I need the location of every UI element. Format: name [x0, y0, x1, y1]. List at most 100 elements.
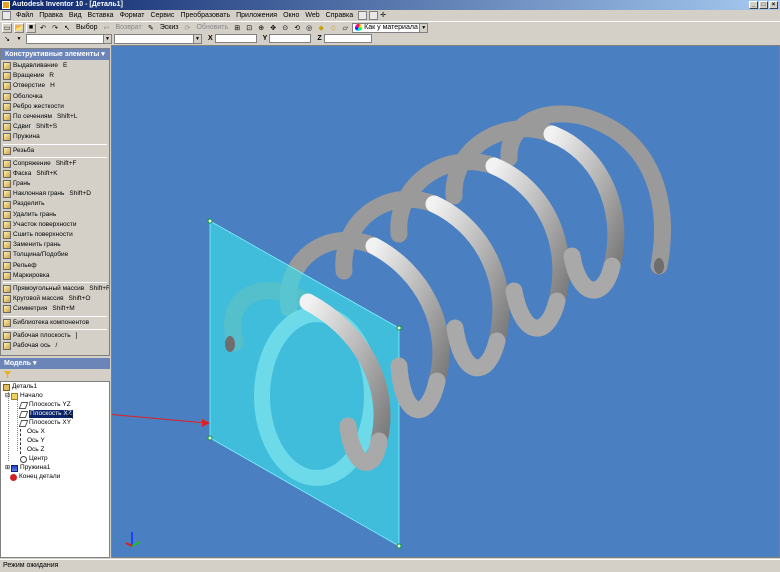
feature-coil[interactable]: Пружина	[1, 132, 109, 142]
z-coordinate-input[interactable]	[323, 34, 372, 43]
return-icon[interactable]: ↩	[102, 23, 112, 33]
menu-window[interactable]: Окно	[280, 10, 302, 21]
feature-stitch-surface[interactable]: Сшить поверхности	[1, 230, 109, 240]
zoom-window-icon[interactable]: ⊡	[244, 23, 254, 33]
model-panel-title[interactable]: Модель ▾	[0, 358, 110, 369]
new-file-icon[interactable]: ▭	[2, 22, 12, 33]
plane-grip-2[interactable]	[396, 325, 402, 331]
circular-pattern-icon	[3, 295, 11, 304]
update-button[interactable]: Обновить	[194, 24, 230, 31]
feature-split[interactable]: Разделить	[1, 199, 109, 209]
feature-emboss[interactable]: Рельеф	[1, 261, 109, 271]
help-icon[interactable]	[358, 11, 368, 20]
graphics-viewport[interactable]	[111, 45, 780, 558]
expand-plus-icon[interactable]: ⊞	[5, 464, 10, 472]
menu-tools[interactable]: Сервис	[147, 10, 177, 21]
filter-icon[interactable]	[4, 371, 11, 378]
menu-convert[interactable]: Преобразовать	[177, 10, 233, 21]
feature-shell[interactable]: Оболочка	[1, 92, 109, 102]
feature-decal[interactable]: Маркировка	[1, 271, 109, 281]
thread-icon	[3, 146, 11, 155]
open-file-icon[interactable]: 📂	[14, 22, 24, 33]
feature-boundary-patch[interactable]: Участок поверхности	[1, 220, 109, 230]
tree-node-end-of-part[interactable]: Конец детали	[10, 473, 60, 481]
feature-rectangular-pattern[interactable]: Прямоугольный массив Shift+R	[1, 284, 109, 294]
lookup-icon[interactable]	[369, 11, 379, 20]
plane-grip-4[interactable]	[207, 435, 213, 441]
shaded-display-icon[interactable]: ◆	[316, 23, 326, 33]
feature-thread[interactable]: Резьба	[1, 146, 109, 156]
redo-icon[interactable]: ↷	[50, 23, 60, 33]
feature-work-axis[interactable]: Рабочая ось /	[1, 341, 109, 351]
expand-minus-icon[interactable]: ⊟	[5, 392, 10, 400]
sketch-icon[interactable]: ✎	[146, 23, 156, 33]
feature-component-library[interactable]: Библиотека компонентов	[1, 318, 109, 328]
select-arrow-icon[interactable]: ↖	[62, 23, 72, 33]
tree-node-plane-yz[interactable]: Плоскость YZ	[18, 401, 71, 409]
menu-help[interactable]: Справка	[323, 10, 356, 21]
feature-hole[interactable]: Отверстие H	[1, 81, 109, 91]
update-icon[interactable]: ⟳	[182, 23, 192, 33]
menu-edit[interactable]: Правка	[36, 10, 66, 21]
look-at-icon[interactable]: ◎	[304, 23, 314, 33]
menu-file[interactable]: Файл	[13, 10, 36, 21]
return-button[interactable]: Возврат	[114, 24, 144, 31]
menu-view[interactable]: Вид	[66, 10, 85, 21]
feature-circular-pattern[interactable]: Круговой массив Shift+O	[1, 294, 109, 304]
tree-node-plane-xy[interactable]: Плоскость XY	[18, 419, 71, 427]
tree-node-coil[interactable]: ⊞ Пружина1	[5, 464, 50, 472]
menu-applications[interactable]: Приложения	[233, 10, 280, 21]
maximize-button[interactable]: □	[759, 1, 768, 9]
mouse-cursor-icon: ↖	[67, 411, 75, 421]
plane-grip-3[interactable]	[396, 543, 402, 549]
tree-node-axis-y[interactable]: Ось Y	[20, 437, 45, 445]
menu-web[interactable]: Web	[302, 10, 322, 21]
sketch-pointer-icon[interactable]: ↘	[2, 34, 12, 44]
feature-loft[interactable]: По сечениям Shift+L	[1, 112, 109, 122]
menu-insert[interactable]: Вставка	[85, 10, 117, 21]
zoom-all-icon[interactable]: ⊞	[232, 23, 242, 33]
tree-node-plane-xz[interactable]: Плоскость XZ	[18, 410, 73, 418]
camera-icon[interactable]: ▱	[340, 23, 350, 33]
features-panel-title[interactable]: Конструктивные элементы ▾	[1, 49, 109, 60]
end-of-part-icon	[10, 473, 17, 481]
feature-sweep[interactable]: Сдвиг Shift+S	[1, 122, 109, 132]
tree-node-origin[interactable]: ⊟ Начало	[5, 392, 43, 400]
feature-replace-face[interactable]: Заменить грань	[1, 240, 109, 250]
y-coordinate-input[interactable]	[269, 34, 312, 43]
zoom-icon[interactable]: ⊕	[256, 23, 266, 33]
move-icon[interactable]: ✛	[380, 11, 389, 20]
pan-icon[interactable]: ✥	[268, 23, 278, 33]
shadow-icon[interactable]: ◇	[328, 23, 338, 33]
feature-extrude[interactable]: Выдавливание E	[1, 61, 109, 71]
dropdown-icon[interactable]: ▼	[14, 34, 24, 44]
minimize-button[interactable]: _	[749, 1, 758, 9]
zoom-selected-icon[interactable]: ⊙	[280, 23, 290, 33]
material-select[interactable]: Как у материала ▼	[352, 22, 429, 33]
tree-node-axis-z[interactable]: Ось Z	[20, 446, 44, 454]
feature-mirror[interactable]: Симметрия Shift+M	[1, 304, 109, 314]
tree-node-center[interactable]: Центр	[20, 455, 48, 463]
feature-fillet[interactable]: Сопряжение Shift+F	[1, 159, 109, 169]
feature-face[interactable]: Грань	[1, 179, 109, 189]
select-button[interactable]: Выбор	[74, 24, 100, 31]
feature-rib[interactable]: Ребро жесткости	[1, 102, 109, 112]
feature-chamfer[interactable]: Фаска Shift+K	[1, 169, 109, 179]
feature-thicken-offset[interactable]: Толщина/Подобие	[1, 250, 109, 260]
x-coordinate-input[interactable]	[214, 34, 257, 43]
feature-delete-face[interactable]: Удалить грань	[1, 210, 109, 220]
menu-format[interactable]: Формат	[117, 10, 148, 21]
feature-revolve[interactable]: Вращение R	[1, 71, 109, 81]
feature-face-draft[interactable]: Наклонная грань Shift+D	[1, 189, 109, 199]
tree-node-part[interactable]: Деталь1	[3, 383, 37, 391]
save-icon[interactable]: ■	[26, 22, 36, 33]
layer-select[interactable]: ▼	[114, 33, 202, 44]
sketch-button[interactable]: Эскиз	[158, 24, 181, 31]
feature-work-plane[interactable]: Рабочая плоскость]	[1, 331, 109, 341]
tree-node-axis-x[interactable]: Ось X	[20, 428, 45, 436]
rotate-icon[interactable]: ⟲	[292, 23, 302, 33]
close-button[interactable]: ×	[769, 1, 778, 9]
plane-grip-1[interactable]	[207, 218, 213, 224]
undo-icon[interactable]: ↶	[38, 23, 48, 33]
style-select[interactable]: ▼	[26, 33, 112, 44]
